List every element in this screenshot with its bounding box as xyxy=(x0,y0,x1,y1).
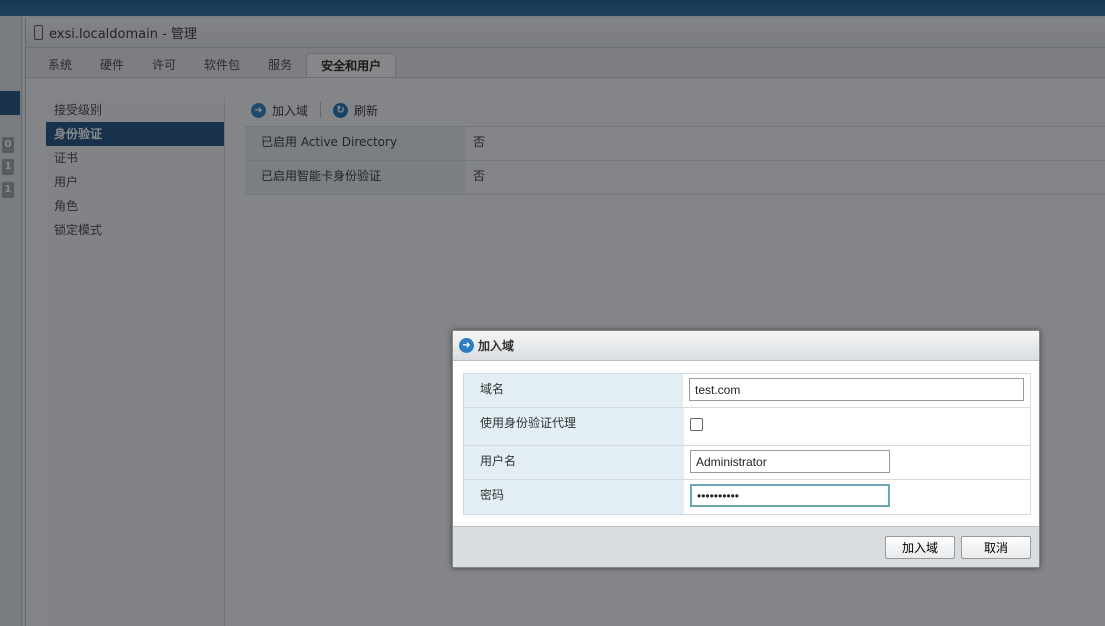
password-input[interactable] xyxy=(690,484,890,507)
dialog-title: 加入域 xyxy=(478,339,515,353)
dialog-footer: 加入域 取消 xyxy=(453,526,1039,567)
form-row: 密码 xyxy=(464,480,1030,514)
join-domain-form: 域名 使用身份验证代理 用户名 密码 xyxy=(463,373,1031,515)
password-label: 密码 xyxy=(464,480,684,514)
auth-proxy-checkbox[interactable] xyxy=(690,418,703,431)
domain-label: 域名 xyxy=(464,374,683,407)
username-input[interactable] xyxy=(690,450,890,473)
auth-proxy-label: 使用身份验证代理 xyxy=(464,408,684,445)
form-row: 用户名 xyxy=(464,446,1030,480)
join-domain-dialog: ➜ 加入域 域名 使用身份验证代理 用户名 密码 加入域 取消 xyxy=(452,330,1040,568)
form-row: 域名 xyxy=(464,374,1030,408)
domain-input[interactable] xyxy=(689,378,1024,401)
username-label: 用户名 xyxy=(464,446,684,479)
dialog-titlebar: ➜ 加入域 xyxy=(453,331,1039,361)
form-row: 使用身份验证代理 xyxy=(464,408,1030,446)
join-domain-icon: ➜ xyxy=(459,338,474,353)
join-domain-confirm-button[interactable]: 加入域 xyxy=(885,535,955,559)
cancel-button[interactable]: 取消 xyxy=(961,535,1031,559)
